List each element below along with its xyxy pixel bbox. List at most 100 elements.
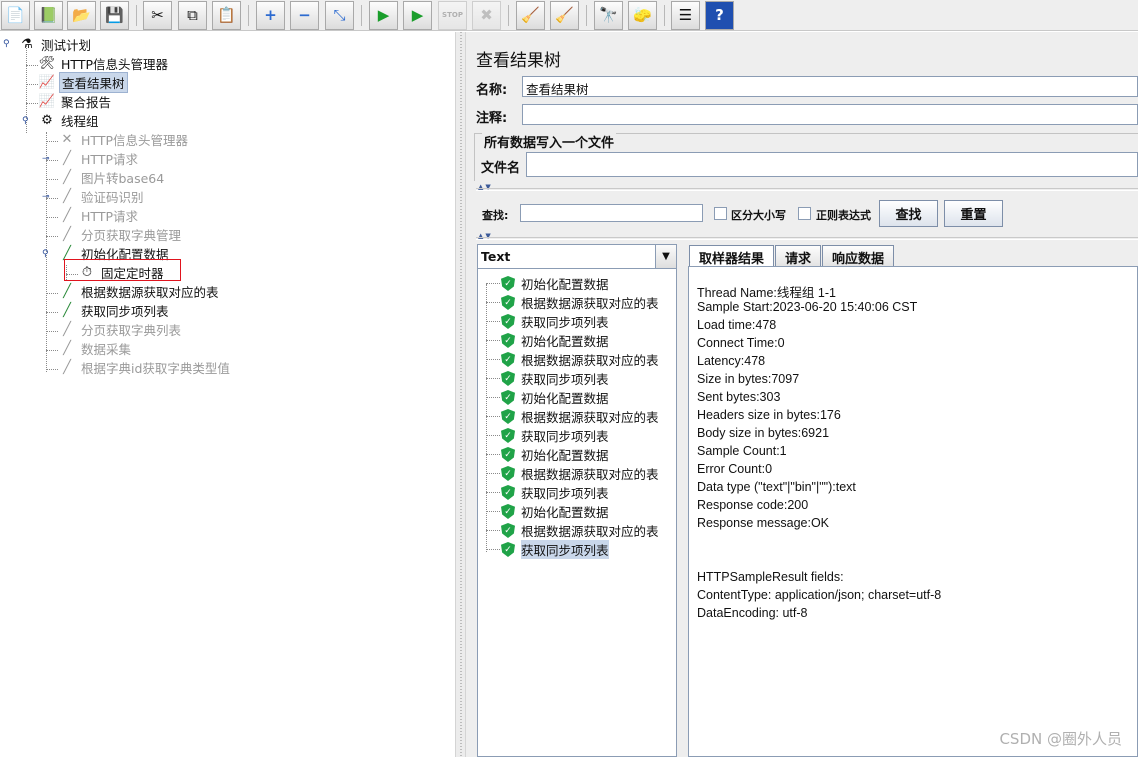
start-icon[interactable]: ▶	[369, 1, 398, 30]
new-icon[interactable]: 📄	[1, 1, 30, 30]
success-shield-icon: ✓	[501, 295, 515, 310]
tools-icon: ✕	[61, 132, 73, 147]
expand-icon[interactable]: +	[256, 1, 285, 30]
filename-label: 文件名	[481, 161, 521, 176]
clear-all-icon[interactable]: 🧹	[550, 1, 579, 30]
result-list-item[interactable]: ✓ 获取同步项列表	[486, 312, 609, 331]
start-no-pause-icon[interactable]: ▶	[403, 1, 432, 30]
open-icon[interactable]: 📂	[67, 1, 96, 30]
pipette-icon: ╱	[63, 303, 71, 318]
tree-node-http-request[interactable]: ╱ HTTP请求	[58, 206, 140, 225]
jmeter-window: 📄 📗 📂 💾 ✂ ⧉ 📋 + − ⤡ ▶ ▶ STOP ✖ 🧹 🧹 🔭 🧽 ☰…	[0, 0, 1138, 757]
result-item-label: 初始化配置数据	[521, 448, 609, 463]
child-toggle-icon[interactable]: ⊸	[42, 193, 50, 202]
collapse-icon[interactable]: −	[290, 1, 319, 30]
result-item-label: 初始化配置数据	[521, 505, 609, 520]
success-shield-icon: ✓	[501, 447, 515, 462]
highlight-box	[64, 259, 181, 281]
result-item-label: 获取同步项列表	[521, 429, 609, 444]
search-icon[interactable]: 🔭	[594, 1, 623, 30]
result-list-item[interactable]: ✓ 根据数据源获取对应的表	[486, 407, 659, 426]
case-sensitive-checkbox[interactable]	[714, 207, 727, 220]
pipette-icon: ╱	[63, 227, 71, 242]
tree-node-http-request[interactable]: ╱ HTTP请求	[58, 149, 140, 168]
shutdown-icon[interactable]: ✖	[472, 1, 501, 30]
result-list-item[interactable]: ✓ 获取同步项列表	[486, 483, 609, 502]
regex-checkbox[interactable]	[798, 207, 811, 220]
tree-node-dict-type[interactable]: ╱ 根据字典id获取字典类型值	[58, 358, 232, 377]
result-list-item[interactable]: ✓ 获取同步项列表	[486, 369, 609, 388]
result-list-item[interactable]: ✓ 初始化配置数据	[486, 274, 609, 293]
tree-node-thread-group[interactable]: ⚙ 线程组	[38, 111, 101, 130]
pane-splitter[interactable]	[455, 32, 466, 757]
pipette-icon: ╱	[63, 284, 71, 299]
pipette-icon: ╱	[63, 341, 71, 356]
tree-node-dict-list[interactable]: ╱ 分页获取字典列表	[58, 320, 183, 339]
result-list-item[interactable]: ✓ 根据数据源获取对应的表	[486, 464, 659, 483]
stop-icon[interactable]: STOP	[438, 1, 467, 30]
thread-group-toggle-icon[interactable]: ⚲	[22, 117, 29, 126]
result-list-item[interactable]: ✓ 初始化配置数据	[486, 502, 609, 521]
view-results-tree-panel: 查看结果树 名称: 查看结果树 注释: 所有数据写入一个文件 文件名 ▲▼ 查找…	[466, 32, 1138, 757]
comment-label: 注释:	[476, 111, 508, 126]
paste-icon[interactable]: 📋	[212, 1, 241, 30]
result-detail-line: Data type ("text"|"bin"|""):text	[697, 480, 856, 494]
tree-node-data-collect[interactable]: ╱ 数据采集	[58, 339, 133, 358]
help-icon[interactable]: ?	[705, 1, 734, 30]
tree-node-header-manager-disabled[interactable]: ✕ HTTP信息头管理器	[58, 130, 190, 149]
success-shield-icon: ✓	[501, 466, 515, 481]
tree-node-sync-list[interactable]: ╱ 获取同步项列表	[58, 301, 171, 320]
result-list-item[interactable]: ✓ 根据数据源获取对应的表	[486, 293, 659, 312]
result-list-item[interactable]: ✓ 根据数据源获取对应的表	[486, 521, 659, 540]
tree-node-aggregate-report[interactable]: 📈 聚合报告	[38, 92, 113, 111]
child-toggle-icon[interactable]: ⚲	[42, 250, 49, 259]
clear-icon[interactable]: 🧹	[516, 1, 545, 30]
cut-icon[interactable]: ✂	[143, 1, 172, 30]
result-list-item[interactable]: ✓ 获取同步项列表	[486, 426, 609, 445]
result-list-item[interactable]: ✓ 初始化配置数据	[486, 331, 609, 350]
result-detail-line: Response message:OK	[697, 516, 830, 530]
tree-node-captcha[interactable]: ╱ 验证码识别	[58, 187, 146, 206]
tree-node-get-table[interactable]: ╱ 根据数据源获取对应的表	[58, 282, 221, 301]
chevron-down-icon[interactable]: ▼	[655, 245, 676, 268]
renderer-value: Text	[481, 249, 511, 264]
reset-search-icon[interactable]: 🧽	[628, 1, 657, 30]
sampler-result-text[interactable]: Thread Name:线程组 1-1 Sample Start:2023-06-…	[688, 266, 1138, 757]
result-detail-line: Response code:200	[697, 498, 809, 512]
result-detail-line: Headers size in bytes:176	[697, 408, 841, 422]
reset-button[interactable]: 重置	[944, 200, 1003, 227]
root-toggle-icon[interactable]: ⚲	[3, 40, 10, 49]
result-list-item[interactable]: ✓ 获取同步项列表	[486, 540, 609, 559]
pipette-icon: ╱	[63, 322, 71, 337]
tree-node-image-base64[interactable]: ╱ 图片转base64	[58, 168, 166, 187]
name-field[interactable]: 查看结果树	[522, 76, 1138, 97]
tree-node-header-manager[interactable]: 🛠 HTTP信息头管理器	[38, 54, 170, 73]
sample-result-list: Text ▼ ✓ 初始化配置数据 ✓ 根据数据源获取对应的表 ✓ 获取同步项列表 ✓ 初始化配…	[477, 244, 677, 757]
result-list-item[interactable]: ✓ 根据数据源获取对应的表	[486, 350, 659, 369]
result-item-label: 根据数据源获取对应的表	[521, 524, 659, 539]
results-splitter[interactable]	[678, 244, 687, 757]
result-item-label: 获取同步项列表	[521, 486, 609, 501]
tab-response-data[interactable]: 响应数据	[822, 245, 895, 267]
search-input[interactable]	[520, 204, 703, 222]
child-toggle-icon[interactable]: ⊸	[42, 155, 50, 164]
function-helper-icon[interactable]: ☰	[671, 1, 700, 30]
tab-request[interactable]: 请求	[775, 245, 822, 267]
result-list-item[interactable]: ✓ 初始化配置数据	[486, 445, 609, 464]
tree-node-dict-management[interactable]: ╱ 分页获取字典管理	[58, 225, 183, 244]
save-icon[interactable]: 💾	[100, 1, 129, 30]
toggle-icon[interactable]: ⤡	[325, 1, 354, 30]
result-list-item[interactable]: ✓ 初始化配置数据	[486, 388, 609, 407]
result-item-label: 根据数据源获取对应的表	[521, 410, 659, 425]
tree-node-view-results-tree[interactable]: 📈 查看结果树	[38, 72, 128, 93]
templates-icon[interactable]: 📗	[34, 1, 63, 30]
filename-field[interactable]	[526, 152, 1138, 177]
tree-node-test-plan[interactable]: ⚗ 测试计划	[18, 35, 93, 54]
comment-field[interactable]	[522, 104, 1138, 125]
renderer-select[interactable]: Text ▼	[478, 245, 676, 269]
copy-icon[interactable]: ⧉	[178, 1, 207, 30]
result-detail-line: Load time:478	[697, 318, 777, 332]
tab-sampler-result[interactable]: 取样器结果	[689, 245, 775, 267]
find-button[interactable]: 查找	[879, 200, 938, 227]
result-item-label: 获取同步项列表	[521, 315, 609, 330]
